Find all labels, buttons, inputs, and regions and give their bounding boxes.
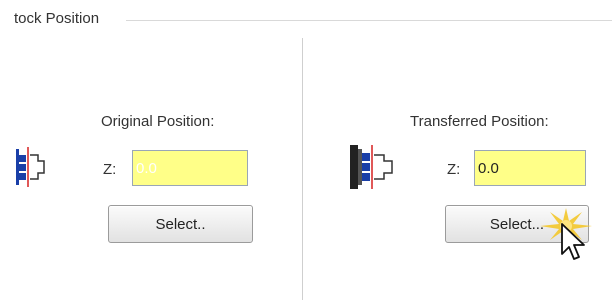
transferred-z-input[interactable] (474, 150, 586, 186)
transferred-position-label: Transferred Position: (410, 113, 549, 130)
transferred-z-label: Z: (447, 161, 461, 178)
original-select-button[interactable]: Select.. (108, 205, 253, 243)
sub-spindle-chuck-icon (350, 145, 393, 189)
original-z-label: Z: (103, 161, 117, 178)
panel-divider (302, 38, 303, 300)
group-title: tock Position (14, 10, 106, 27)
original-z-input[interactable] (132, 150, 248, 186)
mouse-pointer-icon (561, 223, 585, 260)
original-position-label: Original Position: (101, 113, 215, 130)
spindle-chuck-icon (16, 147, 45, 187)
group-border (126, 20, 612, 21)
